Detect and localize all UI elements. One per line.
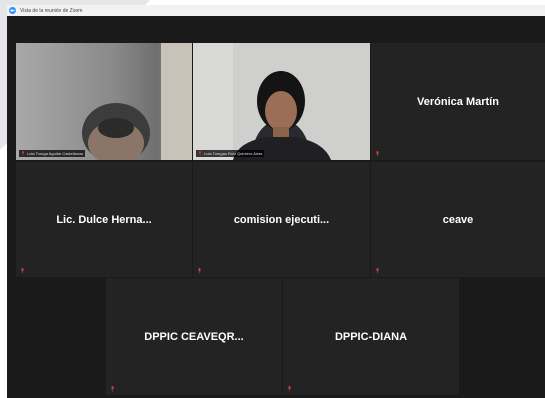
mic-muted-icon (375, 268, 380, 274)
participant-name: DPPIC CEAVEQR... (144, 330, 244, 343)
mic-muted-icon (199, 151, 201, 156)
participant-tile-4[interactable]: Lic. Dulce Herna... (16, 162, 192, 277)
title-bar: Vista de la reunión de Zoom (7, 5, 545, 16)
participant-name: DPPIC-DIANA (334, 330, 408, 343)
zoom-logo-icon (9, 7, 16, 14)
participant-video-2-label: Lula Torugas Ruiz Quintero Arias (196, 150, 265, 157)
zoom-window: Vista de la reunión de Zoom Lula Toruga … (7, 5, 545, 398)
participant-video-1-feed (16, 43, 192, 160)
participant-name: Verónica Martín (417, 95, 499, 108)
participant-video-2[interactable]: Lula Torugas Ruiz Quintero Arias (193, 43, 370, 160)
participant-tile-6[interactable]: ceave (371, 162, 545, 277)
participant-video-1[interactable]: Lula Toruga Aguilar Castellanos (16, 43, 192, 160)
mic-muted-icon (375, 151, 380, 157)
participant-name: ceave (442, 213, 474, 226)
mic-muted-icon (22, 151, 24, 156)
participant-tile-5[interactable]: comision ejecuti... (193, 162, 370, 277)
mic-muted-icon (197, 268, 202, 274)
mic-muted-icon (20, 268, 25, 274)
window-title: Vista de la reunión de Zoom (20, 7, 83, 14)
participant-tile-7[interactable]: DPPIC CEAVEQR... (106, 278, 282, 395)
mic-muted-icon (287, 386, 292, 392)
participant-tile-3[interactable]: Verónica Martín (371, 43, 545, 160)
participant-video-1-label: Lula Toruga Aguilar Castellanos (19, 150, 86, 157)
participant-name: Lic. Dulce Herna... (56, 213, 152, 226)
participant-name: comision ejecuti... (233, 213, 330, 226)
mic-muted-icon (110, 386, 115, 392)
participant-video-2-feed (193, 43, 370, 160)
participant-tile-8[interactable]: DPPIC-DIANA (283, 278, 459, 395)
